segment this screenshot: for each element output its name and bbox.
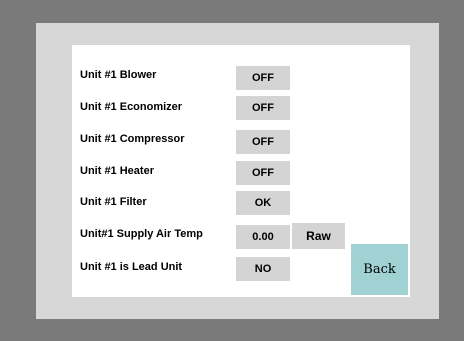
heater-label: Unit #1 Heater — [80, 165, 154, 177]
supply-air-temp-label: Unit#1 Supply Air Temp — [80, 228, 203, 240]
raw-button[interactable]: Raw — [292, 223, 345, 249]
economizer-label: Unit #1 Economizer — [80, 101, 183, 113]
compressor-status-value: OFF — [236, 130, 290, 154]
economizer-status-value: OFF — [236, 96, 290, 120]
heater-status-value: OFF — [236, 161, 290, 185]
compressor-label: Unit #1 Compressor — [80, 133, 185, 145]
supply-air-temp-value: 0.00 — [236, 225, 290, 249]
blower-label: Unit #1 Blower — [80, 69, 157, 81]
back-button[interactable]: Back — [351, 244, 408, 295]
unit-status-panel: Unit #1 Blower OFF Unit #1 Economizer OF… — [72, 45, 410, 297]
filter-label: Unit #1 Filter — [80, 196, 147, 208]
filter-status-value: OK — [236, 191, 290, 215]
lead-unit-label: Unit #1 is Lead Unit — [80, 261, 183, 273]
blower-status-value: OFF — [236, 66, 290, 90]
lead-unit-value: NO — [236, 257, 290, 281]
